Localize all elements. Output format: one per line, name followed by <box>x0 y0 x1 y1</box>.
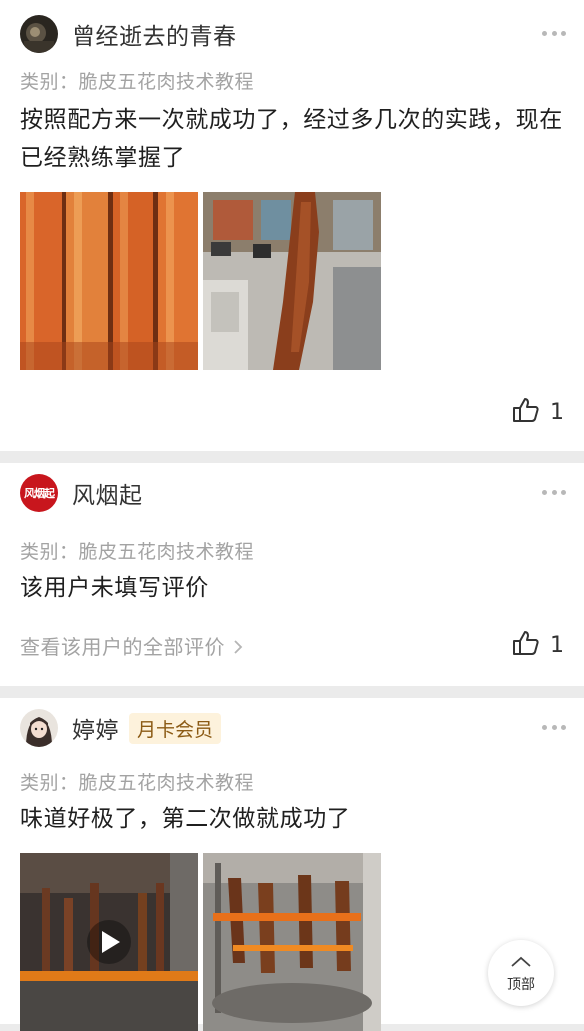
like-count: 1 <box>550 632 564 658</box>
chevron-right-icon <box>232 637 244 661</box>
review-header: 风烟起 风烟起 <box>20 473 143 513</box>
back-to-top-button[interactable]: 顶部 <box>488 940 554 1006</box>
view-all-label: 查看该用户的全部评价 <box>20 635 225 659</box>
review-text: 按照配方来一次就成功了，经过多几次的实践，现在已经熟练掌握了 <box>20 107 563 171</box>
like-count: 1 <box>550 399 564 425</box>
review-images <box>20 192 381 370</box>
review-text: 该用户未填写评价 <box>20 575 209 601</box>
username[interactable]: 风烟起 <box>72 476 143 510</box>
avatar-text: 风烟起 <box>24 487 55 500</box>
category-label: 类别：脆皮五花肉技术教程 <box>20 71 255 93</box>
divider <box>0 686 584 698</box>
more-options-icon[interactable] <box>542 490 566 496</box>
avatar[interactable] <box>20 709 58 747</box>
review-video-roasting[interactable] <box>20 853 198 1031</box>
username[interactable]: 婷婷 <box>72 711 119 745</box>
avatar[interactable]: 风烟起 <box>20 474 58 512</box>
review-image-street-pork[interactable] <box>203 192 381 370</box>
review-text: 味道好极了，第二次做就成功了 <box>20 806 351 832</box>
category-label: 类别：脆皮五花肉技术教程 <box>20 772 255 794</box>
review-header: 婷婷 月卡会员 <box>20 708 222 748</box>
divider <box>0 451 584 463</box>
view-all-reviews-link[interactable]: 查看该用户的全部评价 <box>20 631 244 661</box>
username[interactable]: 曾经逝去的青春 <box>72 17 237 51</box>
member-badge: 月卡会员 <box>129 712 222 744</box>
thumbs-up-icon <box>512 629 540 661</box>
back-to-top-label: 顶部 <box>507 976 535 993</box>
more-options-icon[interactable] <box>542 31 566 37</box>
review-header: 曾经逝去的青春 <box>20 14 237 54</box>
avatar[interactable] <box>20 15 58 53</box>
category-label: 类别：脆皮五花肉技术教程 <box>20 541 255 563</box>
thumbs-up-icon <box>512 396 540 428</box>
review-images <box>20 853 381 1031</box>
review-image-roasting[interactable] <box>203 853 381 1031</box>
like-button[interactable]: 1 <box>512 396 564 428</box>
more-options-icon[interactable] <box>542 725 566 731</box>
chevron-up-icon <box>510 953 532 972</box>
review-image-crispy-pork[interactable] <box>20 192 198 370</box>
like-button[interactable]: 1 <box>512 629 564 661</box>
review-card: 风烟起 风烟起 类别：脆皮五花肉技术教程 该用户未填写评价 查看该用户的全部评价… <box>0 463 584 686</box>
review-card: 曾经逝去的青春 类别：脆皮五花肉技术教程 按照配方来一次就成功了，经过多几次的实… <box>0 0 584 451</box>
